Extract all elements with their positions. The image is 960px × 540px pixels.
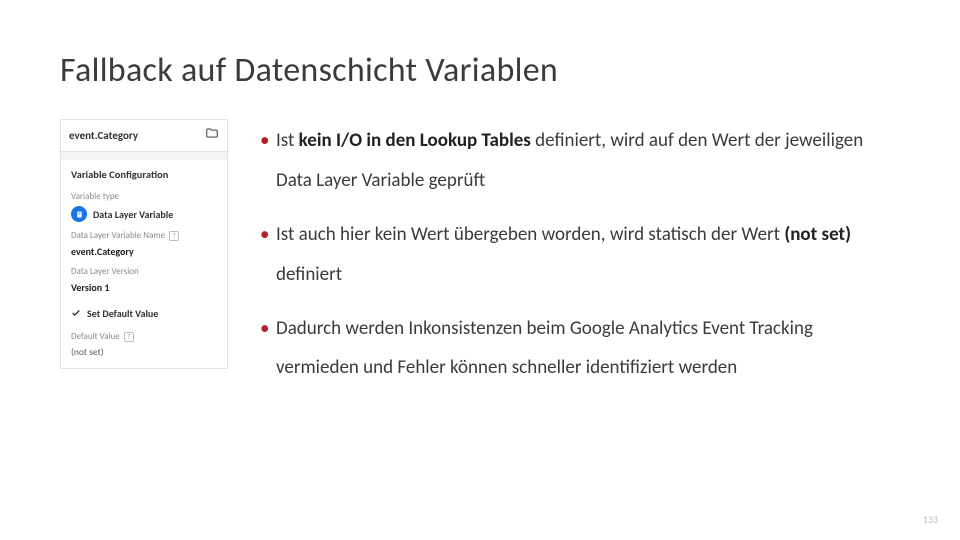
bullet-list: Ist kein I/O in den Lookup Tables defini… <box>260 119 900 402</box>
variable-tile: event.Category <box>60 119 228 152</box>
bullet-item: Ist kein I/O in den Lookup Tables defini… <box>260 121 900 201</box>
help-icon: ? <box>169 231 179 241</box>
default-value-label: Default Value ? <box>71 331 134 342</box>
bullet-item: Ist auch hier kein Wert übergeben worden… <box>260 215 900 295</box>
config-screenshot: event.Category Variable Configuration Va… <box>60 119 228 402</box>
page-number: 133 <box>923 513 938 526</box>
data-layer-variable-icon <box>71 206 87 222</box>
dlv-name-value: event.Category <box>71 245 219 258</box>
set-default-row: Set Default Value <box>71 304 219 323</box>
default-value-value: (not set) <box>71 346 219 358</box>
bullet-item: Dadurch werden Inkonsistenzen beim Googl… <box>260 309 900 389</box>
folder-icon <box>205 126 219 145</box>
dlv-name-label: Data Layer Variable Name ? <box>71 230 179 241</box>
variable-type-label: Variable type <box>71 191 219 202</box>
variable-config-panel: Variable Configuration Variable type Dat… <box>60 160 228 369</box>
dlv-version-label: Data Layer Version <box>71 266 219 277</box>
panel-gap <box>60 152 228 160</box>
panel-title: Variable Configuration <box>71 168 219 181</box>
slide: Fallback auf Datenschicht Variablen even… <box>0 0 960 540</box>
set-default-label: Set Default Value <box>87 307 158 320</box>
check-icon <box>71 304 81 323</box>
variable-type-row: Data Layer Variable <box>71 206 219 222</box>
help-icon: ? <box>124 332 134 342</box>
content-row: event.Category Variable Configuration Va… <box>60 119 900 402</box>
dlv-version-value: Version 1 <box>71 281 219 294</box>
variable-tile-label: event.Category <box>69 129 138 142</box>
page-title: Fallback auf Datenschicht Variablen <box>60 50 900 91</box>
variable-type-value: Data Layer Variable <box>93 208 173 221</box>
